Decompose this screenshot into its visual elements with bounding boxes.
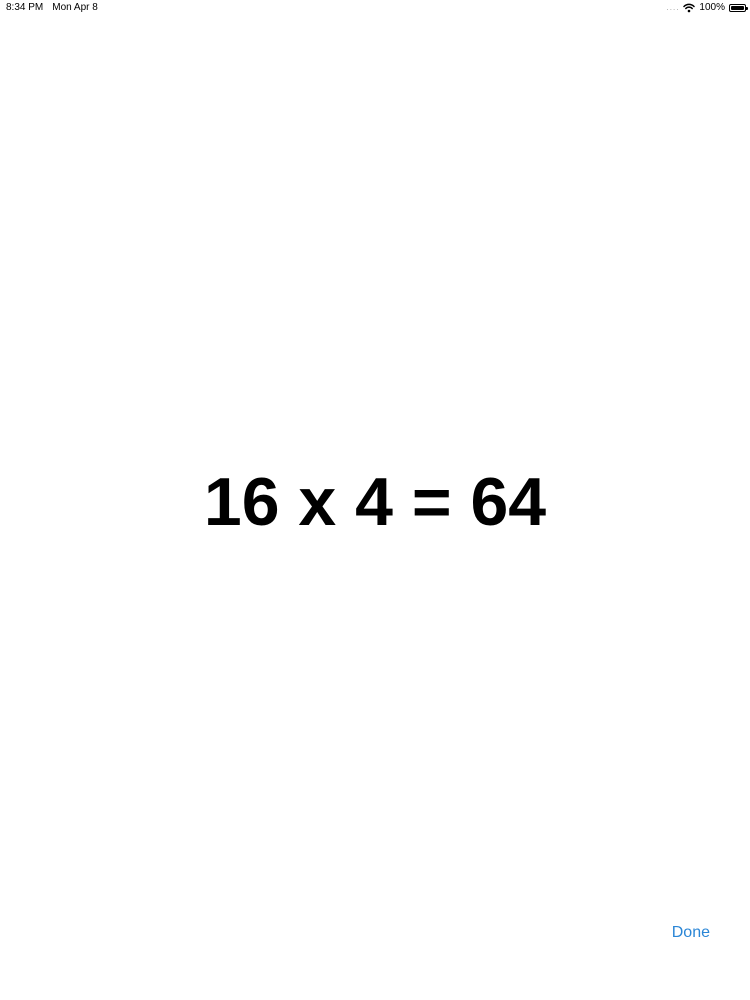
status-right: .... 100% — [666, 2, 748, 13]
battery-fill — [731, 5, 744, 10]
status-time: 8:34 PM — [6, 2, 44, 13]
equation-text: 16 x 4 = 64 — [203, 464, 547, 540]
app-screen: 8:34 PM Mon Apr 8 .... 100% 16 x 4 = 64 … — [0, 0, 750, 1000]
status-date: Mon Apr 8 — [52, 2, 98, 13]
battery-icon — [729, 3, 748, 12]
status-bar: 8:34 PM Mon Apr 8 .... 100% — [0, 0, 750, 16]
signal-dots: .... — [666, 2, 680, 12]
wifi-icon — [683, 3, 696, 13]
status-left: 8:34 PM Mon Apr 8 — [6, 2, 98, 13]
battery-percent: 100% — [699, 2, 725, 13]
battery-cap — [746, 6, 748, 10]
done-button[interactable]: Done — [672, 924, 710, 942]
